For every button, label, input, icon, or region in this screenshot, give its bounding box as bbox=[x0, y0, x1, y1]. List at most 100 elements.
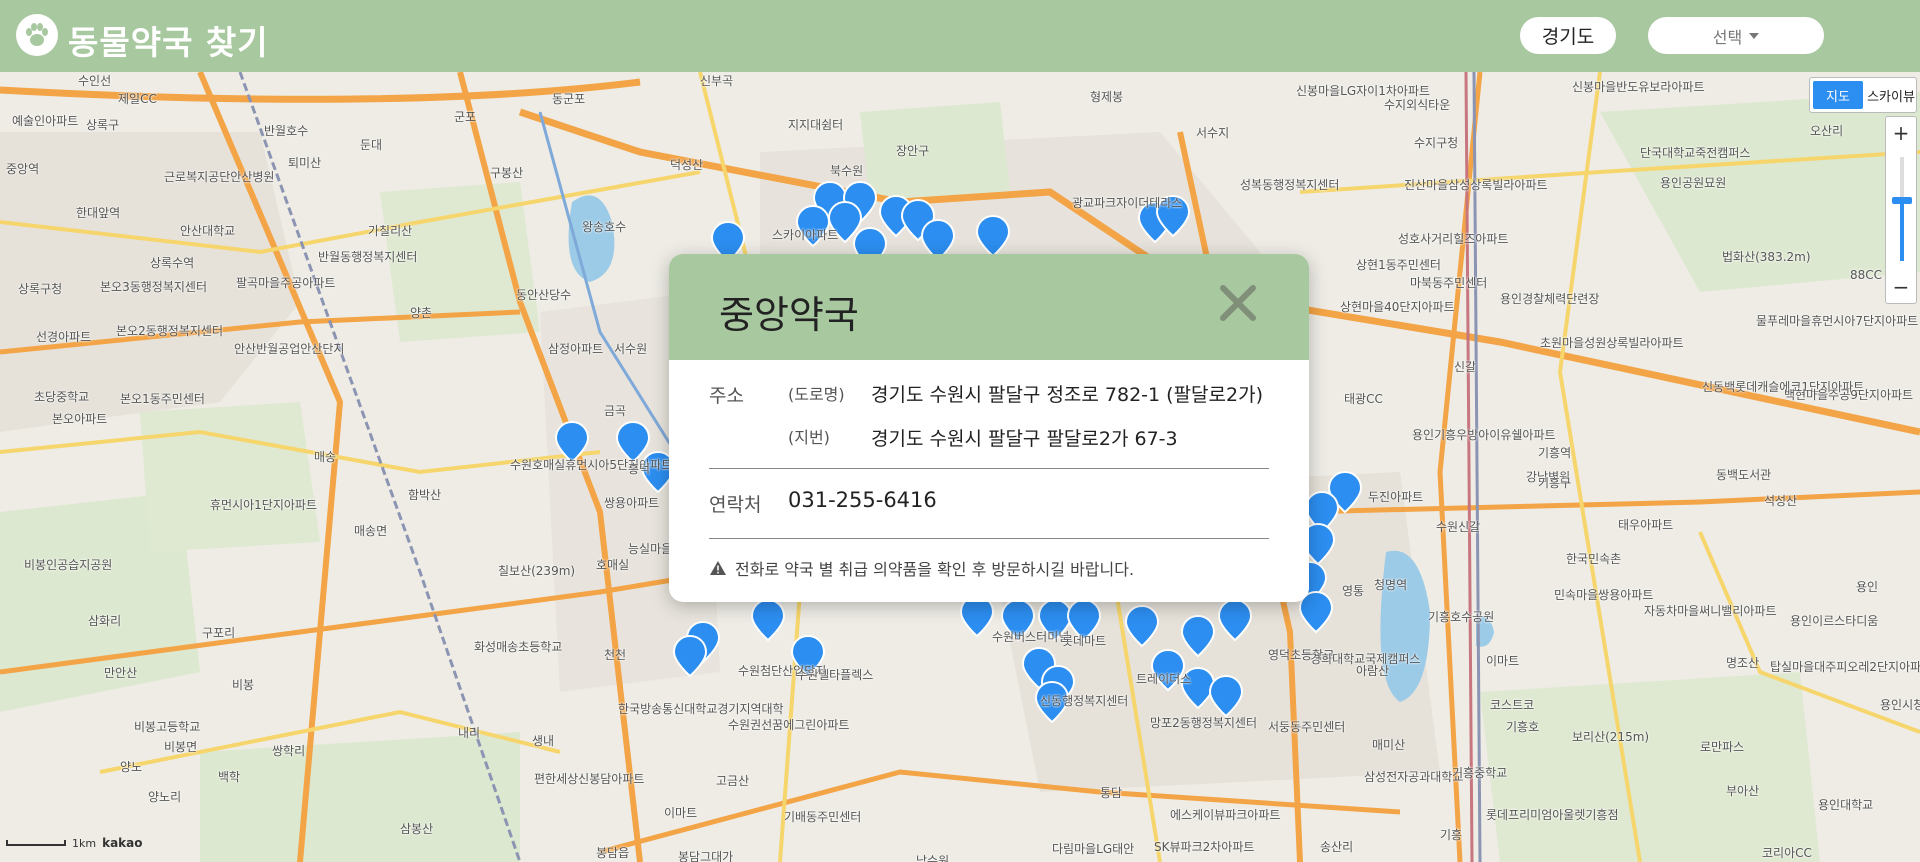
map-label: 기흥중학교 bbox=[1452, 766, 1508, 780]
map-label: 반월동행정복지센터 bbox=[318, 250, 418, 264]
map-label: 경희대학교국제캠퍼스 bbox=[1310, 652, 1421, 666]
map-label: 초원마을성원상록빌라아파트 bbox=[1540, 336, 1684, 350]
map-label: 이마트 bbox=[1486, 654, 1520, 668]
map-label: 신봉마을LG자이1차아파트 bbox=[1296, 84, 1431, 98]
map-label: 군포 bbox=[454, 110, 477, 124]
close-button[interactable] bbox=[1215, 280, 1261, 326]
map-label: 기흥구 bbox=[1538, 476, 1572, 490]
map-label: 용인경찰체력단련장 bbox=[1500, 292, 1600, 306]
map-provider-logo[interactable]: kakao bbox=[102, 836, 142, 850]
caret-down-icon bbox=[1749, 32, 1760, 39]
map-type-skyview-button[interactable]: 스카이뷰 bbox=[1866, 78, 1916, 112]
map-label: 롯데마트 bbox=[1062, 634, 1107, 648]
map-label: 덕성산 bbox=[670, 158, 704, 172]
map-type-roadmap-button[interactable]: 지도 bbox=[1813, 81, 1863, 109]
map-label: 칠보산(239m) bbox=[498, 564, 576, 578]
scale-label: 1km bbox=[72, 836, 97, 850]
map-label: 쌍학리 bbox=[272, 744, 306, 758]
map-label: 물푸레마을휴먼시아7단지아파트 bbox=[1756, 314, 1919, 328]
map-label: 백현마을주공9단지아파트 bbox=[1784, 388, 1914, 402]
map-label: 태우아파트 bbox=[1618, 518, 1674, 532]
map-label: 고금산 bbox=[716, 774, 750, 788]
phone-label: 연락처 bbox=[709, 494, 762, 516]
map-label: 88CC bbox=[1850, 268, 1883, 282]
paw-logo-icon[interactable] bbox=[16, 14, 58, 56]
phone-value[interactable]: 031-255-6416 bbox=[788, 488, 937, 512]
map-label: 기흥호 bbox=[1506, 720, 1540, 734]
map-label: 양노 bbox=[120, 760, 143, 774]
map-label: 한국방송통신대학교경기지역대학 bbox=[618, 702, 784, 716]
map-label: 서수지 bbox=[1196, 126, 1230, 140]
map-label: 용인기흥우방아이유쉘아파트 bbox=[1412, 428, 1556, 442]
map-label: 본오1동주민센터 bbox=[120, 392, 205, 406]
map-label: 반월호수 bbox=[264, 124, 309, 138]
map-label: 쌍용아파트 bbox=[604, 496, 660, 510]
map-label: 통담 bbox=[1100, 786, 1123, 800]
map-label: 상록구청 bbox=[18, 282, 63, 296]
map-label: 한대앞역 bbox=[76, 206, 121, 220]
map-label: 화성매송초등학교 bbox=[474, 640, 563, 654]
map-label: 금곡 bbox=[604, 404, 627, 418]
jibun-address-value: 경기도 수원시 팔달구 팔달로2가 67-3 bbox=[871, 428, 1178, 450]
map-label: 장안구 bbox=[896, 144, 930, 158]
map-label: 서수원 bbox=[614, 342, 648, 356]
map-label: 두진아파트 bbox=[1368, 490, 1424, 504]
jibun-address-label: (지번) bbox=[788, 428, 830, 447]
map-label: 성복동행정복지센터 bbox=[1240, 178, 1340, 192]
map-label: 양촌 bbox=[410, 306, 433, 320]
zoom-slider-handle[interactable] bbox=[1892, 197, 1912, 204]
map-label: 구포리 bbox=[202, 626, 236, 640]
map-label: 다림마을LG태안 bbox=[1052, 842, 1135, 856]
map-label: 양노리 bbox=[148, 790, 182, 804]
notice-text: 전화로 약국 별 취급 의약품을 확인 후 방문하시길 바랍니다. bbox=[735, 560, 1135, 579]
map-label: 남수원 bbox=[916, 854, 950, 862]
zoom-out-button[interactable]: − bbox=[1886, 271, 1916, 303]
map-label: 예술인아파트 bbox=[12, 114, 79, 128]
map-label: 편한세상신봉담아파트 bbox=[534, 772, 645, 786]
map-label: 광교파크자이더테라스 bbox=[1072, 196, 1183, 210]
map-label: 백학 bbox=[218, 770, 241, 784]
map-label: 용인공원묘원 bbox=[1660, 176, 1727, 190]
map-label: 만안산 bbox=[104, 666, 138, 680]
divider bbox=[709, 538, 1269, 539]
map-label: 호매실 bbox=[596, 558, 630, 572]
map-label: 매송면 bbox=[354, 524, 388, 538]
map-label: 안산반월공업안산단지 bbox=[234, 342, 345, 356]
map-label: 퇴미산 bbox=[288, 156, 322, 170]
map-label: 초당중학교 bbox=[34, 390, 90, 404]
road-address-value: 경기도 수원시 팔달구 정조로 782-1 (팔달로2가) bbox=[871, 384, 1264, 406]
map-type-toggle: 지도 스카이뷰 bbox=[1809, 77, 1917, 113]
map-label: 송산리 bbox=[1320, 840, 1354, 854]
popup-header: 중앙약국 bbox=[669, 254, 1309, 360]
map-label: 매송 bbox=[314, 450, 337, 464]
map-label: 근로복지공단안산병원 bbox=[164, 170, 275, 184]
warning-icon bbox=[710, 561, 726, 575]
zoom-in-button[interactable]: + bbox=[1886, 117, 1916, 149]
map-label: 수원신갈 bbox=[1436, 520, 1481, 534]
map-label: 수원권선꿈에그린아파트 bbox=[728, 718, 850, 732]
map-label: SK뷰파크2차아파트 bbox=[1154, 840, 1255, 854]
map-label: 삼성전자공과대학교 bbox=[1364, 770, 1464, 784]
map-label: 성호사거리힐즈아파트 bbox=[1398, 232, 1509, 246]
map-label: 수인선 bbox=[78, 74, 112, 88]
map-label: 신부곡 bbox=[700, 74, 734, 88]
zoom-control: + − bbox=[1885, 116, 1917, 304]
map-label: 이마트 bbox=[664, 806, 698, 820]
map-label: 트레이더스 bbox=[1136, 672, 1192, 686]
app-header: 동물약국 찾기 경기도 선택 bbox=[0, 0, 1920, 72]
map-label: 오산리 bbox=[1810, 124, 1844, 138]
map-label: 상현마을40단지아파트 bbox=[1340, 300, 1455, 314]
map-label: 동백도서관 bbox=[1716, 468, 1772, 482]
map-label: 제일CC bbox=[118, 92, 157, 106]
region-button[interactable]: 경기도 bbox=[1520, 17, 1616, 54]
district-select[interactable]: 선택 bbox=[1648, 17, 1824, 54]
map-label: 상록수역 bbox=[150, 256, 195, 270]
map-label: 기흥역 bbox=[1538, 446, 1572, 460]
map-label: 삼봉산 bbox=[400, 822, 434, 836]
map-label: 팔곡마을주공아파트 bbox=[236, 276, 336, 290]
map-label: 본오3동행정복지센터 bbox=[100, 280, 207, 294]
map-label: 용인대학교 bbox=[1818, 798, 1874, 812]
map-label: 민속마을쌍용아파트 bbox=[1554, 588, 1654, 602]
map-label: 코스트코 bbox=[1490, 698, 1535, 712]
app-title[interactable]: 동물약국 찾기 bbox=[68, 16, 269, 64]
